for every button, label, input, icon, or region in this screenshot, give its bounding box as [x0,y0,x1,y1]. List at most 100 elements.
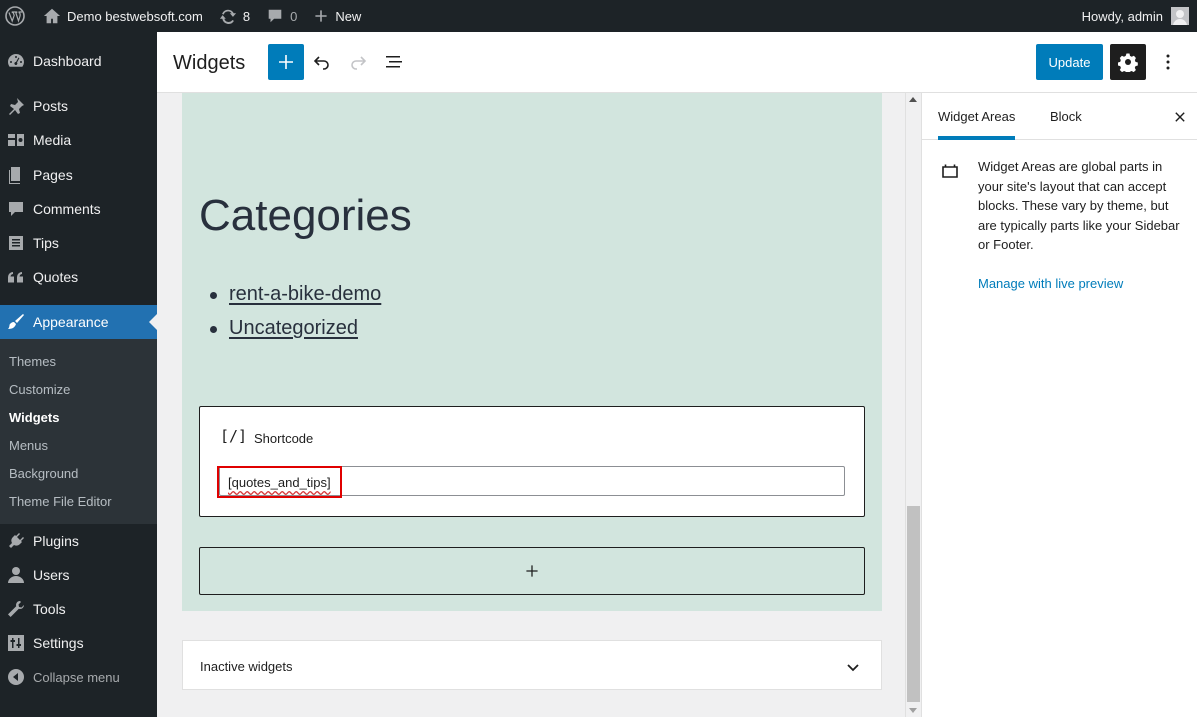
list-item: Uncategorized [209,317,381,351]
comments-count: 0 [290,8,298,24]
settings-sliders-icon [6,633,26,653]
widget-area: Categories rent-a-bike-demo Uncategorize… [182,93,882,611]
dashboard-icon [6,51,26,71]
list-view-icon [386,56,402,68]
menu-label: Posts [33,98,69,114]
pages-icon [6,165,26,185]
scrollbar-thumb[interactable] [907,506,920,702]
more-options-button[interactable] [1150,44,1186,80]
editor-header: Widgets Update [157,32,1197,93]
undo-button[interactable] [304,44,340,80]
menu-item-quotes[interactable]: Quotes [0,260,157,294]
menu-item-plugins[interactable]: Plugins [0,524,157,558]
canvas-scrollbar[interactable] [905,93,921,717]
admin-menu: Dashboard Posts Media Pages Comments Tip… [0,32,157,717]
menu-item-tips[interactable]: Tips [0,226,157,260]
plugin-icon [6,531,26,551]
new-content-link[interactable]: New [305,0,369,32]
inactive-widgets-panel[interactable]: Inactive widgets [182,640,882,690]
submenu-item-menus[interactable]: Menus [9,438,48,453]
site-name: Demo bestwebsoft.com [67,8,203,24]
pin-icon [6,96,26,116]
gear-icon [1118,53,1138,72]
admin-bar: Demo bestwebsoft.com 8 0 New Howdy, admi… [0,0,1197,32]
category-link[interactable]: rent-a-bike-demo [229,283,381,305]
submenu-item-themes[interactable]: Themes [9,354,56,369]
add-block-button[interactable] [199,547,865,595]
inactive-widgets-label: Inactive widgets [200,659,293,674]
submenu-item-widgets[interactable]: Widgets [9,410,59,425]
menu-item-comments[interactable]: Comments [0,192,157,226]
menu-item-posts[interactable]: Posts [0,89,157,123]
media-icon [6,130,26,150]
manage-live-preview-link[interactable]: Manage with live preview [978,276,1123,291]
menu-label: Tools [33,601,66,617]
chevron-down-icon [847,664,859,672]
menu-item-dashboard[interactable]: Dashboard [0,44,157,78]
quote-icon [6,267,26,287]
menu-label: Settings [33,635,84,651]
wordpress-logo-icon[interactable] [0,0,35,32]
menu-label: Users [33,567,70,583]
comment-icon [268,9,282,23]
close-sidebar-button[interactable] [1170,107,1190,127]
wrench-icon [6,599,26,619]
widget-area-icon [942,164,958,178]
menu-label: Dashboard [33,53,102,69]
block-inserter-button[interactable] [268,44,304,80]
categories-list: rent-a-bike-demo Uncategorized [209,283,381,351]
menu-item-users[interactable]: Users [0,558,157,592]
redo-icon [351,56,367,70]
category-link[interactable]: Uncategorized [229,317,358,339]
comments-link[interactable]: 0 [258,0,305,32]
avatar [1171,7,1189,25]
menu-item-appearance[interactable]: Appearance [0,305,157,339]
plus-icon [315,10,327,22]
menu-item-media[interactable]: Media [0,123,157,157]
editor-canvas: Categories rent-a-bike-demo Uncategorize… [157,93,905,717]
my-account-link[interactable]: Howdy, admin [1074,0,1197,32]
user-icon [6,565,26,585]
submenu-item-theme-file-editor[interactable]: Theme File Editor [9,494,112,509]
sidebar-tabs: Widget Areas Block [922,93,1197,140]
redo-button[interactable] [340,44,376,80]
menu-item-settings[interactable]: Settings [0,626,157,660]
shortcode-block[interactable]: [/] Shortcode [quotes_and_tips] [199,406,865,517]
tab-block[interactable]: Block [1050,93,1082,140]
menu-item-tools[interactable]: Tools [0,592,157,626]
settings-sidebar: Widget Areas Block Widget Areas are glob… [921,93,1197,717]
menu-label: Quotes [33,269,79,285]
submenu-item-background[interactable]: Background [9,466,78,481]
list-view-button[interactable] [376,44,412,80]
home-icon [43,8,61,24]
settings-button[interactable] [1110,44,1146,80]
appearance-submenu: Themes Customize Widgets Menus Backgroun… [0,339,157,524]
shortcode-value: [quotes_and_tips] [228,475,331,490]
menu-item-pages[interactable]: Pages [0,158,157,192]
list-item: rent-a-bike-demo [209,283,381,317]
menu-label: Plugins [33,533,79,549]
comment-icon [6,199,26,219]
updates-link[interactable]: 8 [211,0,258,32]
menu-label: Tips [33,235,59,251]
menu-label: Pages [33,167,73,183]
close-icon [1175,112,1185,122]
submenu-item-customize[interactable]: Customize [9,382,70,397]
updates-count: 8 [242,8,251,24]
scroll-up-arrow-icon[interactable] [909,97,917,102]
plus-icon [279,55,293,69]
menu-label: Appearance [33,314,109,330]
scroll-down-arrow-icon[interactable] [909,708,917,713]
page-title: Widgets [173,52,246,74]
menu-label: Comments [33,201,101,217]
new-label: New [335,8,362,24]
tab-widget-areas[interactable]: Widget Areas [938,93,1016,140]
site-name-link[interactable]: Demo bestwebsoft.com [35,0,211,32]
update-button[interactable]: Update [1036,44,1103,80]
categories-heading[interactable]: Categories [199,191,412,241]
shortcode-icon: [/] [220,427,248,445]
menu-label: Collapse menu [33,669,120,685]
list-icon [6,233,26,253]
collapse-menu-button[interactable]: Collapse menu [0,660,157,694]
updates-icon [219,9,236,24]
